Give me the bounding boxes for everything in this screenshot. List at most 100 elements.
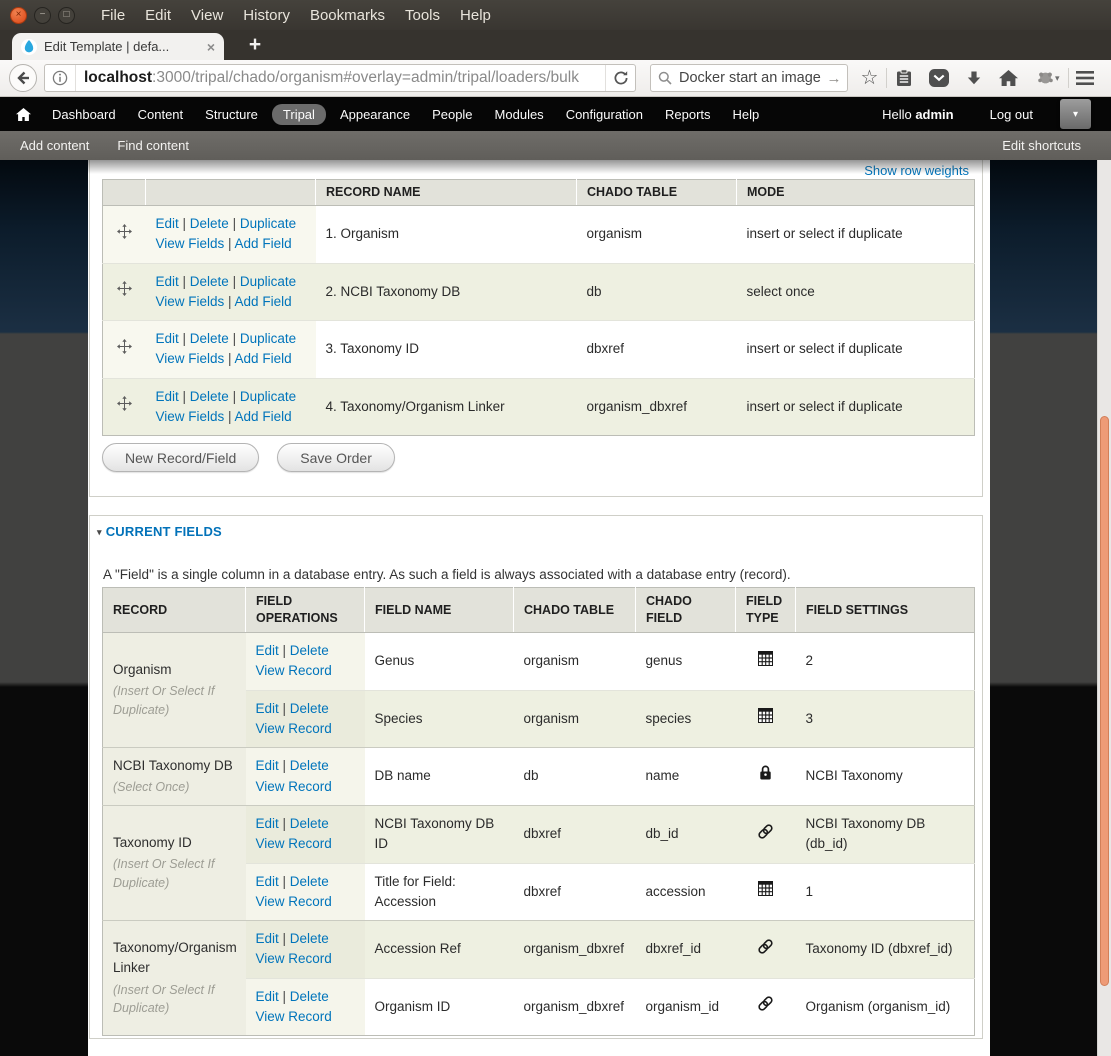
add-field-link[interactable]: Add Field: [235, 351, 292, 366]
extension-chevron-icon[interactable]: ▾: [1055, 73, 1060, 84]
reload-icon[interactable]: [605, 65, 635, 91]
drag-handle-icon[interactable]: [116, 281, 132, 299]
field-chado-field: genus: [635, 632, 736, 690]
home-icon[interactable]: [995, 65, 1022, 92]
window-menu-bar: × − □ File Edit View History Bookmarks Tools H…: [0, 0, 1111, 30]
save-order-button[interactable]: Save Order: [277, 443, 395, 472]
admin-item-help[interactable]: Help: [722, 107, 771, 122]
duplicate-link[interactable]: Duplicate: [240, 216, 296, 231]
menu-view[interactable]: View: [181, 7, 233, 24]
field-row: Taxonomy/Organism Linker (Insert Or Selec…: [102, 920, 975, 1036]
edit-link[interactable]: Edit: [256, 931, 279, 946]
admin-item-modules[interactable]: Modules: [484, 107, 555, 122]
add-field-link[interactable]: Add Field: [235, 409, 292, 424]
delete-link[interactable]: Delete: [190, 274, 229, 289]
delete-link[interactable]: Delete: [290, 931, 329, 946]
search-input[interactable]: Docker start an image: [679, 70, 821, 86]
edit-shortcuts-link[interactable]: Edit shortcuts: [1002, 138, 1081, 153]
search-bar[interactable]: Docker start an image →: [650, 64, 848, 92]
view-record-link[interactable]: View Record: [256, 894, 332, 909]
admin-item-tripal[interactable]: Tripal: [271, 103, 326, 125]
delete-link[interactable]: Delete: [290, 874, 329, 889]
delete-link[interactable]: Delete: [290, 989, 329, 1004]
bookmarks-sidebar-icon[interactable]: [890, 65, 917, 92]
delete-link[interactable]: Delete: [190, 331, 229, 346]
minimize-window-button[interactable]: −: [34, 6, 51, 24]
menu-history[interactable]: History: [233, 7, 300, 24]
shortcut-find-content[interactable]: Find content: [117, 138, 189, 153]
drag-handle-icon[interactable]: [116, 396, 132, 414]
url-bar[interactable]: localhost:3000/tripal/chado/organism#ove…: [44, 64, 636, 92]
page-scrollbar[interactable]: [1097, 160, 1111, 1056]
field-operations: Edit | Delete View Record: [245, 862, 365, 921]
menu-help[interactable]: Help: [450, 7, 501, 24]
duplicate-link[interactable]: Duplicate: [240, 274, 296, 289]
drag-handle-icon[interactable]: [116, 338, 132, 357]
menu-bookmarks[interactable]: Bookmarks: [300, 7, 395, 24]
view-record-link[interactable]: View Record: [256, 779, 332, 794]
edit-link[interactable]: Edit: [156, 274, 179, 289]
scrollbar-thumb[interactable]: [1100, 416, 1109, 986]
admin-item-reports[interactable]: Reports: [654, 107, 722, 122]
menu-edit[interactable]: Edit: [135, 7, 181, 24]
edit-link[interactable]: Edit: [156, 389, 179, 404]
view-record-link[interactable]: View Record: [256, 836, 332, 851]
field-record: Organism (Insert Or Select If Duplicate): [102, 632, 246, 748]
admin-item-structure[interactable]: Structure: [194, 107, 269, 122]
edit-link[interactable]: Edit: [256, 701, 279, 716]
admin-item-appearance[interactable]: Appearance: [329, 107, 421, 122]
drag-handle-icon[interactable]: [116, 223, 132, 242]
download-icon[interactable]: [960, 65, 987, 92]
current-fields-legend[interactable]: ▾ CURRENT FIELDS: [97, 524, 222, 539]
edit-link[interactable]: Edit: [256, 989, 279, 1004]
view-fields-link[interactable]: View Fields: [156, 236, 225, 251]
delete-link[interactable]: Delete: [290, 816, 329, 831]
admin-home-icon[interactable]: [16, 107, 31, 121]
tab-edit-template[interactable]: Edit Template | defa... ×: [12, 33, 224, 60]
new-tab-button[interactable]: +: [238, 32, 272, 58]
close-window-button[interactable]: ×: [10, 6, 27, 24]
toolbar-toggle-button[interactable]: ▾: [1060, 99, 1091, 129]
edit-link[interactable]: Edit: [256, 816, 279, 831]
show-row-weights-link[interactable]: Show row weights: [864, 163, 969, 178]
pocket-icon[interactable]: [925, 65, 952, 92]
edit-link[interactable]: Edit: [256, 758, 279, 773]
admin-item-people[interactable]: People: [421, 107, 483, 122]
edit-link[interactable]: Edit: [256, 643, 279, 658]
view-record-link[interactable]: View Record: [256, 1009, 332, 1024]
view-record-link[interactable]: View Record: [256, 663, 332, 678]
admin-item-content[interactable]: Content: [127, 107, 195, 122]
tab-close-icon[interactable]: ×: [207, 39, 215, 55]
edit-link[interactable]: Edit: [156, 216, 179, 231]
delete-link[interactable]: Delete: [190, 389, 229, 404]
view-fields-link[interactable]: View Fields: [156, 351, 225, 366]
search-go-icon[interactable]: →: [821, 65, 847, 91]
back-button[interactable]: [8, 63, 38, 93]
hamburger-menu-icon[interactable]: [1072, 65, 1099, 92]
url-text[interactable]: localhost:3000/tripal/chado/organism#ove…: [76, 69, 605, 87]
menu-tools[interactable]: Tools: [395, 7, 450, 24]
view-record-link[interactable]: View Record: [256, 721, 332, 736]
add-field-link[interactable]: Add Field: [235, 236, 292, 251]
view-fields-link[interactable]: View Fields: [156, 294, 225, 309]
view-fields-link[interactable]: View Fields: [156, 409, 225, 424]
shortcut-add-content[interactable]: Add content: [20, 138, 89, 153]
delete-link[interactable]: Delete: [290, 643, 329, 658]
delete-link[interactable]: Delete: [290, 758, 329, 773]
maximize-window-button[interactable]: □: [58, 6, 75, 24]
menu-file[interactable]: File: [91, 7, 135, 24]
admin-item-dashboard[interactable]: Dashboard: [41, 107, 127, 122]
duplicate-link[interactable]: Duplicate: [240, 331, 296, 346]
view-record-link[interactable]: View Record: [256, 951, 332, 966]
add-field-link[interactable]: Add Field: [235, 294, 292, 309]
admin-item-configuration[interactable]: Configuration: [555, 107, 654, 122]
edit-link[interactable]: Edit: [256, 874, 279, 889]
duplicate-link[interactable]: Duplicate: [240, 389, 296, 404]
new-record-field-button[interactable]: New Record/Field: [102, 443, 260, 472]
bookmark-star-icon[interactable]: ☆: [856, 65, 883, 92]
delete-link[interactable]: Delete: [290, 701, 329, 716]
delete-link[interactable]: Delete: [190, 216, 229, 231]
site-info-icon[interactable]: [45, 65, 76, 91]
logout-link[interactable]: Log out: [990, 107, 1033, 122]
edit-link[interactable]: Edit: [156, 331, 179, 346]
